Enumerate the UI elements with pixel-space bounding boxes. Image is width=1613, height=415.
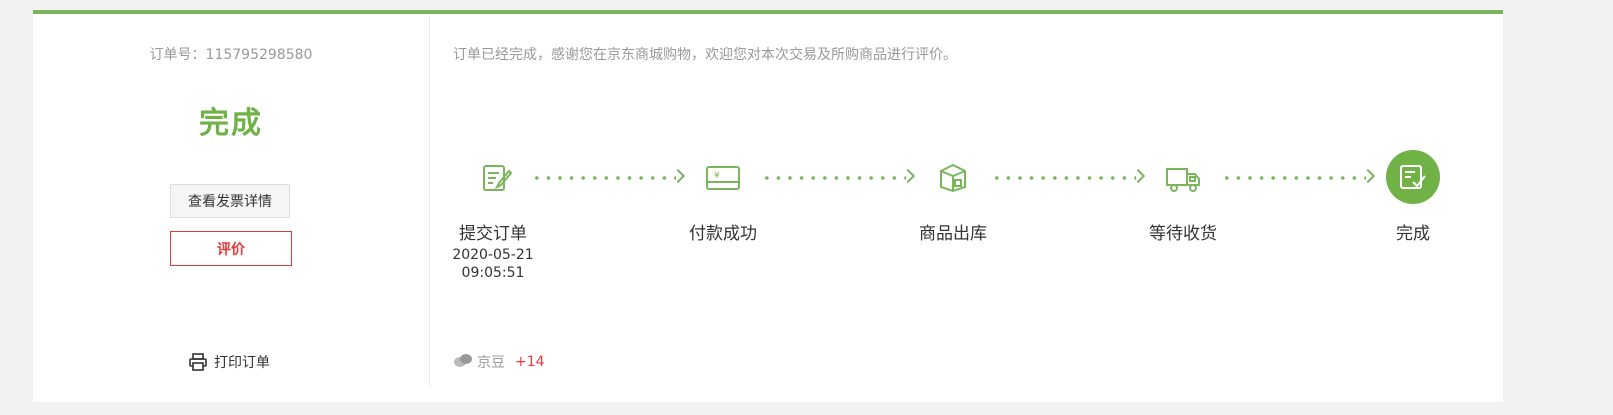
step-label-shipped: 商品出库 [919, 224, 987, 244]
order-summary-panel: 订单号：115795298580 完成 查看发票详情 评价 打印订单 [33, 14, 430, 386]
step-label-submit: 提交订单 [459, 224, 527, 244]
order-number-value: 115795298580 [205, 47, 313, 63]
order-status: 完成 [199, 106, 263, 141]
step-label-complete: 完成 [1396, 224, 1430, 244]
jingdou-bean-icon [453, 352, 473, 372]
progress-dots-4 [1221, 176, 1366, 180]
completed-check-icon [1386, 150, 1440, 204]
progress-dots-1 [531, 176, 676, 180]
view-invoice-button[interactable]: 查看发票详情 [170, 184, 290, 218]
order-number: 订单号：115795298580 [33, 44, 429, 64]
progress-arrow-4 [1360, 168, 1376, 184]
print-order-label: 打印订单 [214, 355, 270, 371]
step-label-awaiting: 等待收货 [1149, 224, 1217, 244]
progress-dots-3 [991, 176, 1136, 180]
submit-order-icon [477, 158, 517, 198]
jingdou-value: +14 [515, 354, 545, 370]
order-status-card: 订单号：115795298580 完成 查看发票详情 评价 打印订单 订单已经完… [33, 10, 1503, 402]
svg-text:¥: ¥ [714, 171, 720, 181]
step-date-submit: 2020-05-21 [452, 247, 534, 263]
print-order-link[interactable]: 打印订单 [188, 352, 270, 372]
printer-icon [188, 352, 208, 372]
progress-arrow-2 [900, 168, 916, 184]
package-box-icon [933, 157, 973, 197]
payment-card-icon: ¥ [703, 158, 743, 198]
jingdou-reward: 京豆 +14 [453, 352, 545, 372]
progress-arrow-1 [670, 168, 686, 184]
order-complete-message: 订单已经完成，感谢您在京东商城购物，欢迎您对本次交易及所购商品进行评价。 [453, 47, 957, 63]
step-label-paid: 付款成功 [689, 224, 757, 244]
review-button[interactable]: 评价 [170, 231, 292, 266]
card-bottom-edge [33, 396, 1503, 404]
progress-arrow-3 [1130, 168, 1146, 184]
delivery-truck-icon [1163, 159, 1203, 199]
order-number-label: 订单号： [149, 47, 206, 63]
jingdou-label: 京豆 [477, 355, 505, 371]
step-time-submit: 09:05:51 [461, 265, 525, 281]
progress-dots-2 [761, 176, 906, 180]
